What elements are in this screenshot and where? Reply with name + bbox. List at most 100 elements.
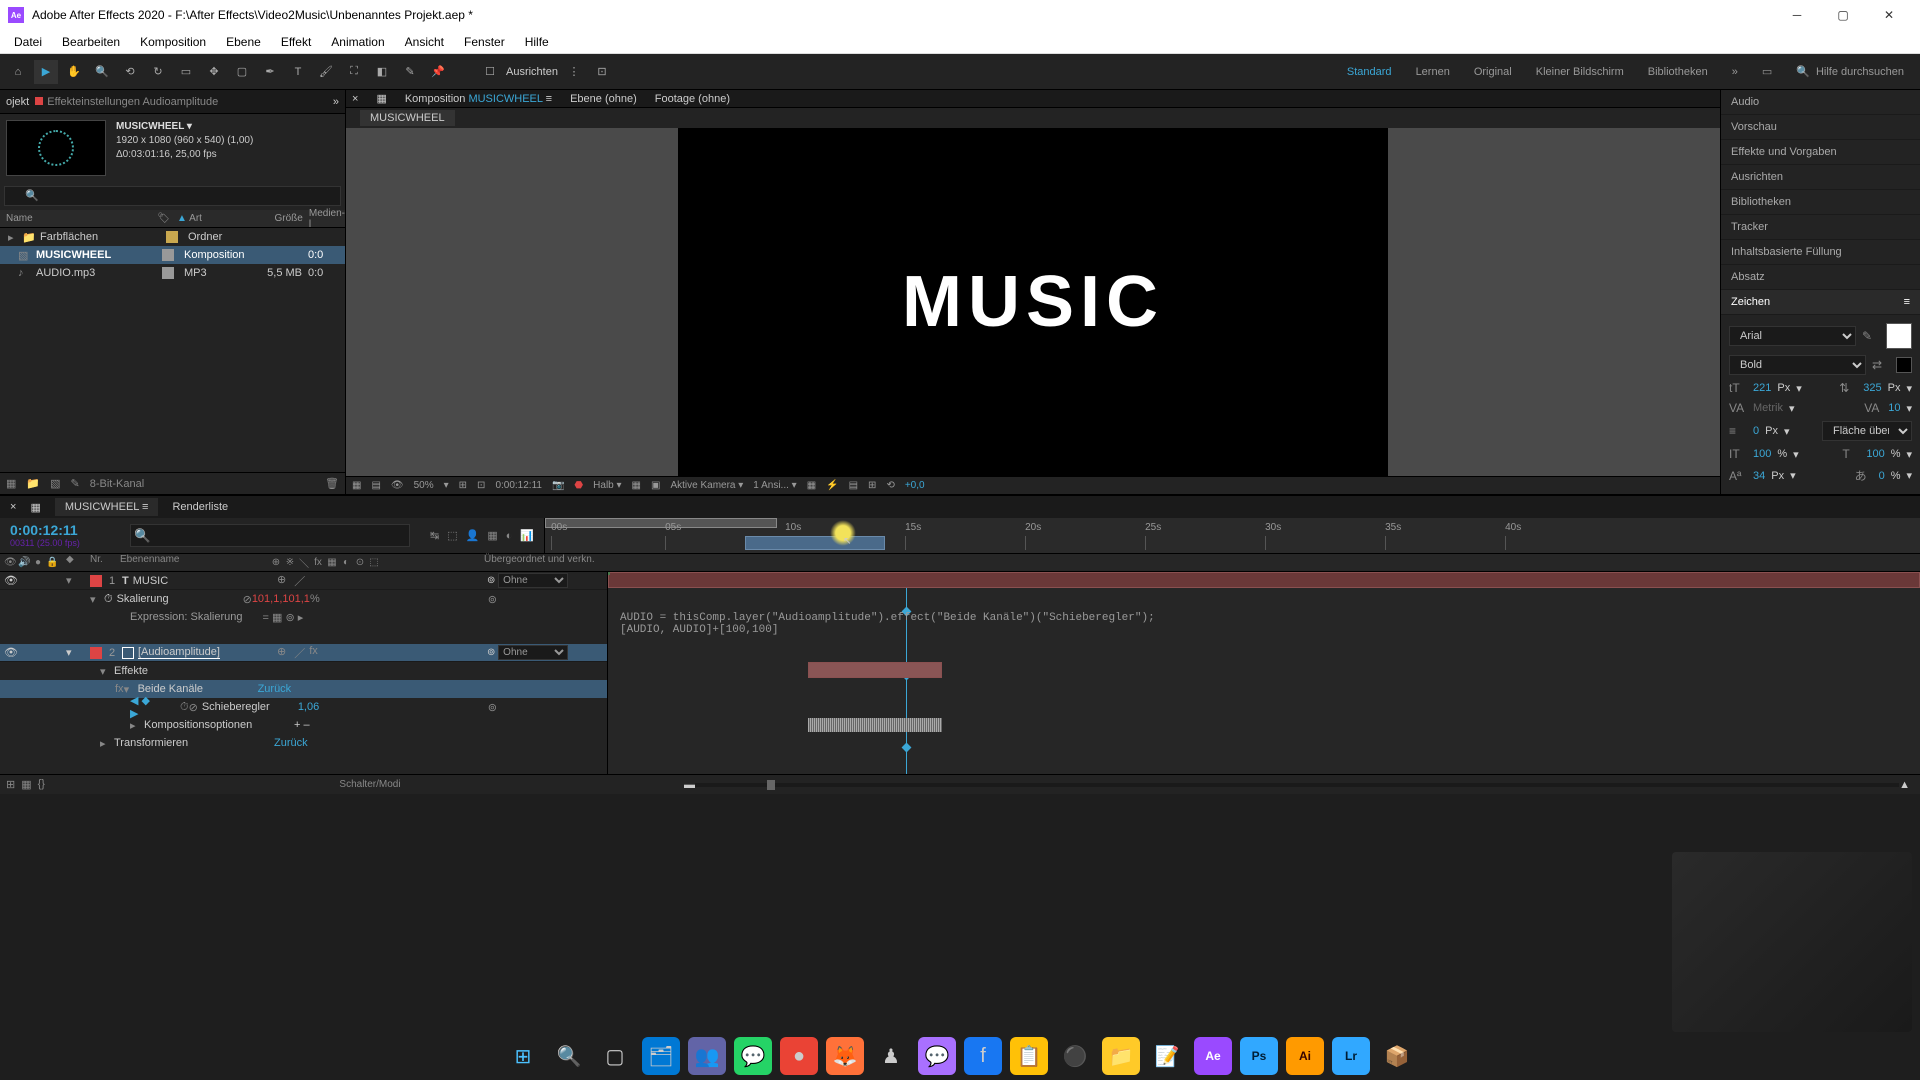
photoshop-icon[interactable]: Ps xyxy=(1240,1037,1278,1075)
layer-2-bar[interactable] xyxy=(808,662,942,678)
panel-audio[interactable]: Audio xyxy=(1721,90,1920,115)
toggle-cc-icon[interactable]: 👁 xyxy=(391,480,404,491)
adjust-icon[interactable]: ✎ xyxy=(71,477,80,490)
col-tag-icon[interactable]: 🏷 xyxy=(157,213,177,224)
pixel-aspect-icon[interactable]: ▦ xyxy=(807,480,816,491)
shy-icon[interactable]: 👤 xyxy=(466,529,480,542)
fill-color-swatch[interactable] xyxy=(1886,323,1912,349)
task-view-button[interactable]: ▢ xyxy=(596,1037,634,1075)
expr-lang-icon[interactable]: ▸ xyxy=(298,612,304,624)
explorer-icon[interactable]: 🗂 xyxy=(642,1037,680,1075)
roi-icon[interactable]: ⊡ xyxy=(477,480,485,491)
expr-eq-icon[interactable]: = xyxy=(263,612,269,624)
timeline-tab-comp[interactable]: MUSICWHEEL ≡ xyxy=(55,498,159,516)
draft-3d-icon[interactable]: ⬚ xyxy=(447,529,457,542)
tsume-value[interactable]: 0 xyxy=(1879,470,1885,482)
panel-menu-icon[interactable]: » xyxy=(333,96,339,108)
project-item-comp[interactable]: ▧ MUSICWHEEL Komposition 0:0 xyxy=(0,246,345,264)
solo-col-icon[interactable]: ● xyxy=(32,557,44,568)
col-name[interactable]: Name xyxy=(0,213,157,224)
teams-icon[interactable]: 👥 xyxy=(688,1037,726,1075)
workspace-original[interactable]: Original xyxy=(1474,66,1512,78)
tab-footage[interactable]: Footage (ohne) xyxy=(655,93,730,105)
workspace-bibliotheken[interactable]: Bibliotheken xyxy=(1648,66,1708,78)
panel-ausrichten[interactable]: Ausrichten xyxy=(1721,165,1920,190)
flowchart-icon[interactable]: ⊞ xyxy=(868,480,876,491)
layer-tag[interactable] xyxy=(90,575,102,587)
roto-tool-icon[interactable]: ✎ xyxy=(398,60,422,84)
prop-effekte[interactable]: ▾Effekte xyxy=(0,662,607,680)
menu-datei[interactable]: Datei xyxy=(4,35,52,49)
viewer-time[interactable]: 0:00:12:11 xyxy=(495,480,542,491)
panel-zeichen[interactable]: Zeichen≡ xyxy=(1721,290,1920,315)
schieberegler-value[interactable]: 1,06 xyxy=(298,701,319,713)
frame-blend-icon[interactable]: ▦ xyxy=(487,529,497,542)
menu-bearbeiten[interactable]: Bearbeiten xyxy=(52,35,130,49)
timeline-icon[interactable]: ▤ xyxy=(849,480,858,491)
puppet-tool-icon[interactable]: 📌 xyxy=(426,60,450,84)
menu-animation[interactable]: Animation xyxy=(321,35,394,49)
camera-tool-icon[interactable]: ▭ xyxy=(174,60,198,84)
new-folder-icon[interactable]: 📁 xyxy=(26,477,40,490)
comp-thumbnail[interactable] xyxy=(6,120,106,176)
channels-icon[interactable]: ⬣ xyxy=(574,480,583,491)
new-comp-icon[interactable]: ▧ xyxy=(50,477,60,490)
app-icon-4[interactable]: 📦 xyxy=(1378,1037,1416,1075)
layer-row-1[interactable]: 👁 ▾ 1 T MUSIC ⊕／ ⊚ Ohne xyxy=(0,572,607,590)
file-explorer-icon[interactable]: 📁 xyxy=(1102,1037,1140,1075)
vscale-value[interactable]: 100 xyxy=(1753,448,1771,460)
zoom-out-icon[interactable]: ▬ xyxy=(684,779,695,791)
app-icon-3[interactable]: 📋 xyxy=(1010,1037,1048,1075)
hand-tool-icon[interactable]: ✋ xyxy=(62,60,86,84)
prop-beide-kanale[interactable]: fx ▾ Beide Kanäle Zurück xyxy=(0,680,607,698)
trash-icon[interactable]: 🗑 xyxy=(325,477,339,490)
timeline-src-icon[interactable]: ▦ xyxy=(30,501,40,514)
expression-text[interactable]: AUDIO = thisComp.layer("Audioamplitude")… xyxy=(620,612,1155,636)
zoom-level[interactable]: 50% xyxy=(414,480,434,491)
eye-icon[interactable]: 👁 xyxy=(4,646,18,659)
illustrator-icon[interactable]: Ai xyxy=(1286,1037,1324,1075)
font-size-value[interactable]: 221 xyxy=(1753,382,1771,394)
video-col-icon[interactable]: 👁 xyxy=(4,557,16,568)
panel-menu-icon[interactable]: ≡ xyxy=(1904,296,1910,308)
panel-absatz[interactable]: Absatz xyxy=(1721,265,1920,290)
zoom-in-icon[interactable]: ▲ xyxy=(1899,779,1910,791)
twirl-icon[interactable]: ▾ xyxy=(66,646,90,659)
prop-skalierung[interactable]: ▾ ⏱ Skalierung ⊘ 101,1,101,1% ⊚ xyxy=(0,590,607,608)
eraser-tool-icon[interactable]: ◧ xyxy=(370,60,394,84)
parent-dropdown[interactable]: Ohne xyxy=(498,645,568,660)
rect-tool-icon[interactable]: ▢ xyxy=(230,60,254,84)
reset-link[interactable]: Zurück xyxy=(258,683,292,695)
expr-whip-icon[interactable]: ⊚ xyxy=(285,612,294,624)
toggle-brackets-icon[interactable]: {} xyxy=(38,778,45,791)
stroke-color-swatch[interactable] xyxy=(1896,357,1912,373)
snapshot-icon[interactable]: 📷 xyxy=(552,480,564,491)
views-dropdown[interactable]: 1 Ansi... ▾ xyxy=(753,480,796,491)
stamp-tool-icon[interactable]: ⛶ xyxy=(342,60,366,84)
col-size[interactable]: Größe xyxy=(254,213,303,224)
maximize-button[interactable]: ▢ xyxy=(1820,0,1866,30)
menu-ansicht[interactable]: Ansicht xyxy=(395,35,454,49)
prop-transformieren[interactable]: ▸Transformieren Zurück xyxy=(0,734,607,752)
layer-row-2[interactable]: 👁 ▾ 2 [Audioamplitude] ⊕／fx ⊚ Ohne xyxy=(0,644,607,662)
rotate-tool-icon[interactable]: ↻ xyxy=(146,60,170,84)
resolution-dropdown[interactable]: Halb ▾ xyxy=(593,480,621,491)
panel-tracker[interactable]: Tracker xyxy=(1721,215,1920,240)
layer-1-bar[interactable] xyxy=(608,572,1920,588)
skalierung-value[interactable]: 101,1,101,1 xyxy=(252,593,310,605)
swap-icon[interactable]: ⇄ xyxy=(1872,358,1890,372)
stroke-value[interactable]: 0 xyxy=(1753,425,1759,437)
switch-modes-label[interactable]: Schalter/Modi xyxy=(66,779,674,790)
snap-opts-icon[interactable]: ⋮ xyxy=(562,60,586,84)
whatsapp-icon[interactable]: 💬 xyxy=(734,1037,772,1075)
menu-hilfe[interactable]: Hilfe xyxy=(515,35,559,49)
project-item-audio[interactable]: ♪ AUDIO.mp3 MP3 5,5 MB 0:0 xyxy=(0,264,345,282)
work-area-bar[interactable] xyxy=(545,518,777,528)
nav-col-icon[interactable]: ◆ xyxy=(66,554,90,571)
panel-inhaltsbasierte[interactable]: Inhaltsbasierte Füllung xyxy=(1721,240,1920,265)
orbit-tool-icon[interactable]: ⟲ xyxy=(118,60,142,84)
project-item-folder[interactable]: ▸📁 Farbflächen Ordner xyxy=(0,228,345,246)
link-dim-icon[interactable]: ⊘ xyxy=(189,701,198,714)
toggle-alpha-icon[interactable]: ▦ xyxy=(352,480,361,491)
timeline-close-icon[interactable]: × xyxy=(10,501,16,513)
